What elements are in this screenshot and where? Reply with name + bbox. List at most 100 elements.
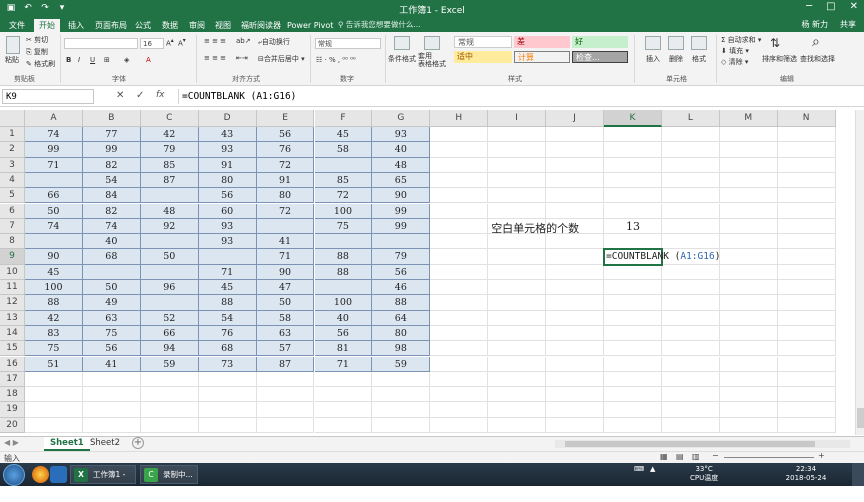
cell-f18[interactable] [314,387,373,403]
fill-color-icon[interactable]: ◈ [124,56,129,64]
cell-g3[interactable]: 48 [372,157,431,173]
cell-d15[interactable]: 68 [198,341,257,357]
tray-keyboard-icon[interactable]: ⌨ [634,465,644,474]
cell-d7[interactable]: 93 [198,218,257,235]
cell-i13[interactable] [488,310,547,326]
cell-g6[interactable]: 99 [372,203,431,219]
normal-view-icon[interactable]: ▦ [660,452,668,461]
delete-cells-label[interactable]: 删除 [669,54,683,64]
cell-b4[interactable]: 54 [82,172,141,189]
cell-f19[interactable] [314,402,373,418]
cell-e4[interactable]: 91 [256,172,315,189]
zoom-in-icon[interactable]: + [818,451,825,460]
browser-icon[interactable] [32,466,49,483]
cell-d12[interactable]: 88 [198,295,257,311]
cell-h9[interactable] [430,249,489,265]
cell-j19[interactable] [546,402,604,418]
select-all-corner[interactable] [0,110,25,127]
cell-g12[interactable]: 88 [372,295,431,311]
cell-l20[interactable] [661,417,720,433]
cell-e2[interactable]: 76 [256,142,315,158]
cell-b12[interactable]: 49 [82,295,141,311]
cell-m8[interactable] [719,234,778,250]
cell-k10[interactable] [604,264,662,280]
cell-n9[interactable] [777,249,836,265]
horizontal-scrollbar[interactable] [555,440,850,448]
cell-c1[interactable]: 42 [140,127,199,143]
cell-g13[interactable]: 64 [372,310,431,326]
style-check-cell[interactable]: 检查... [572,51,628,63]
underline-button[interactable]: U [90,56,95,64]
cell-h17[interactable] [430,371,489,388]
cell-f14[interactable]: 56 [314,325,373,342]
cell-g1[interactable]: 93 [372,127,431,143]
cell-e5[interactable]: 80 [256,188,315,204]
row-header-4[interactable]: 4 [0,172,25,189]
column-header-k[interactable]: K [604,110,662,127]
cell-m18[interactable] [719,387,778,403]
cell-a14[interactable]: 83 [25,325,83,342]
maximize-button[interactable]: □ [826,1,835,12]
cell-k3[interactable] [604,157,662,173]
cell-l19[interactable] [661,402,720,418]
cell-i1[interactable] [488,127,547,143]
cell-l18[interactable] [661,387,720,403]
cell-n2[interactable] [777,142,836,158]
column-header-b[interactable]: B [82,110,141,127]
cell-f8[interactable] [314,234,373,250]
tab-home[interactable]: 开始 [34,19,60,32]
cell-a6[interactable]: 50 [25,203,83,219]
merge-center-button[interactable]: ⊟合并后居中 ▾ [258,54,305,64]
cell-h16[interactable] [430,356,489,372]
cell-d19[interactable] [198,402,257,418]
column-header-e[interactable]: E [256,110,315,127]
cell-l15[interactable] [661,341,720,357]
cell-n10[interactable] [777,264,836,280]
cell-b5[interactable]: 84 [82,188,141,204]
cell-e1[interactable]: 56 [256,127,315,143]
row-header-2[interactable]: 2 [0,142,25,158]
vertical-scroll-thumb[interactable] [857,408,864,428]
cell-m3[interactable] [719,157,778,173]
tab-power-pivot[interactable]: Power Pivot [282,19,338,32]
cell-a17[interactable] [25,371,83,388]
taskbar-recorder-app[interactable]: C 录制中... [140,465,198,484]
cell-h12[interactable] [430,295,489,311]
cell-c2[interactable]: 79 [140,142,199,158]
cell-h10[interactable] [430,264,489,280]
cell-a8[interactable] [25,234,83,250]
cell-c5[interactable] [140,188,199,204]
align-top-icon[interactable]: ≡ ≡ ≡ [204,37,226,45]
tab-review[interactable]: 审阅 [184,19,210,32]
cell-i16[interactable] [488,356,547,372]
cell-d17[interactable] [198,371,257,388]
format-as-table-label[interactable]: 套用 表格格式 [418,52,446,68]
cell-i5[interactable] [488,188,547,204]
share-button[interactable]: 共享 [840,19,856,30]
cell-l14[interactable] [661,325,720,342]
cancel-formula-button[interactable]: ✕ [116,90,124,101]
cell-j4[interactable] [546,172,604,189]
cell-m5[interactable] [719,188,778,204]
cell-b9[interactable]: 68 [82,249,141,265]
row-header-1[interactable]: 1 [0,127,25,143]
cell-b13[interactable]: 63 [82,310,141,326]
cut-button[interactable]: ✂ 剪切 [26,35,48,45]
cell-f4[interactable]: 85 [314,172,373,189]
row-header-20[interactable]: 20 [0,417,25,433]
cell-d16[interactable]: 73 [198,356,257,372]
format-painter-button[interactable]: ✎ 格式刷 [26,59,55,69]
zoom-slider[interactable] [724,457,814,458]
font-name-select[interactable] [64,38,138,49]
tab-foxit-reader[interactable]: 福昕阅读器 [236,19,286,32]
cell-a3[interactable]: 71 [25,157,83,173]
cell-m13[interactable] [719,310,778,326]
cell-a20[interactable] [25,417,83,433]
cell-n8[interactable] [777,234,836,250]
column-header-g[interactable]: G [372,110,431,127]
cell-g2[interactable]: 40 [372,142,431,158]
cell-j6[interactable] [546,203,604,219]
cell-a18[interactable] [25,387,83,403]
cell-n15[interactable] [777,341,836,357]
fill-button[interactable]: ⬇ 填充 ▾ [721,46,749,56]
